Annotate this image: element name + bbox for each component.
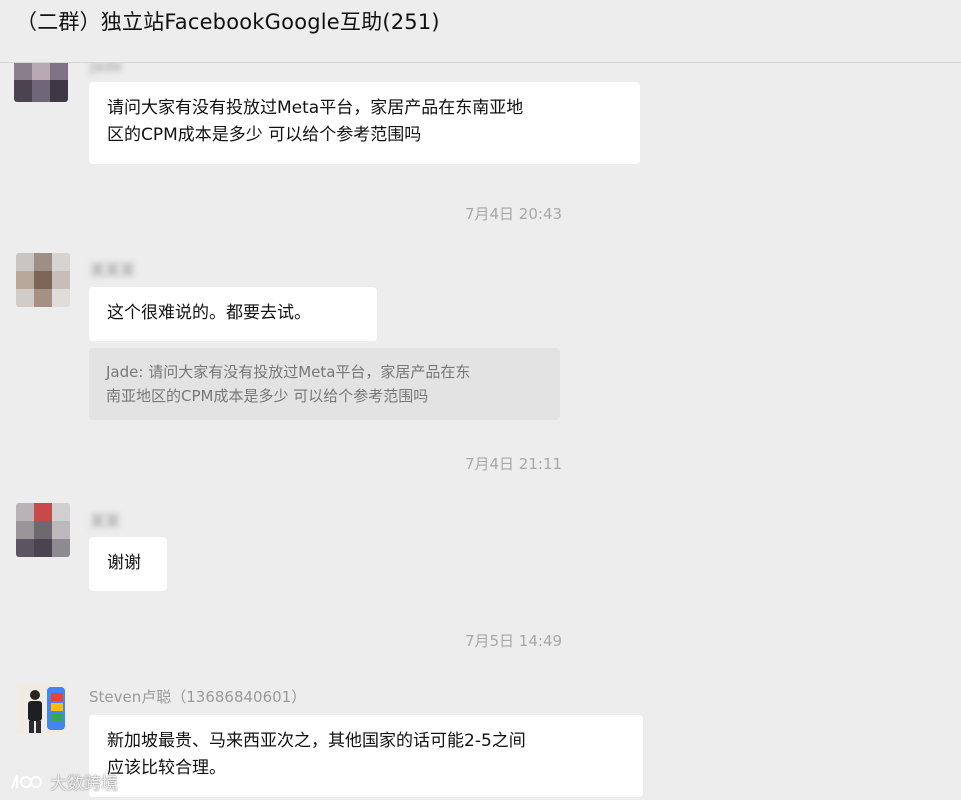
chat-title: （二群）独立站FacebookGoogle互助(251) <box>16 10 440 34</box>
avatar-photo <box>17 683 68 734</box>
avatar[interactable] <box>17 683 68 734</box>
message-text: 谢谢 <box>107 553 141 573</box>
avatar[interactable] <box>16 253 70 307</box>
sender-name: Jade <box>90 63 123 75</box>
chat-message-list[interactable]: Jade 请问大家有没有投放过Meta平台，家居产品在东南亚地 区的CPM成本是… <box>0 63 961 800</box>
message-text-line: 新加坡最贵、马来西亚次之，其他国家的话可能2-5之间 <box>107 731 526 751</box>
sender-name: 某某某 <box>90 261 136 279</box>
message-text-line: 请问大家有没有投放过Meta平台，家居产品在东南亚地 <box>107 98 524 118</box>
quoted-message[interactable]: Jade: 请问大家有没有投放过Meta平台，家居产品在东 南亚地区的CPM成本… <box>89 348 560 420</box>
timestamp: 7月4日 21:11 <box>464 455 563 473</box>
message-bubble[interactable]: 这个很难说的。都要去试。 <box>89 287 377 341</box>
sender-name: 某某 <box>90 512 121 530</box>
message-text-line: 区的CPM成本是多少 可以给个参考范围吗 <box>107 125 422 145</box>
message-bubble[interactable]: 谢谢 <box>89 537 167 591</box>
sender-name: Steven卢聪（13686840601） <box>89 688 307 706</box>
message-text: 这个很难说的。都要去试。 <box>107 303 311 323</box>
chat-header: （二群）独立站FacebookGoogle互助(251) <box>0 0 961 63</box>
avatar[interactable] <box>14 63 68 102</box>
message-bubble[interactable]: 新加坡最贵、马来西亚次之，其他国家的话可能2-5之间 应该比较合理。 <box>89 715 643 797</box>
timestamp: 7月4日 20:43 <box>464 205 563 223</box>
avatar[interactable] <box>16 503 70 557</box>
timestamp: 7月5日 14:49 <box>464 632 563 650</box>
quote-text-line: 南亚地区的CPM成本是多少 可以给个参考范围吗 <box>106 387 429 405</box>
message-text-line: 应该比较合理。 <box>107 758 226 778</box>
watermark: 大数跨境 <box>8 769 118 794</box>
watermark-text: 大数跨境 <box>50 774 118 794</box>
watermark-logo-icon <box>11 774 42 788</box>
message-bubble[interactable]: 请问大家有没有投放过Meta平台，家居产品在东南亚地 区的CPM成本是多少 可以… <box>89 82 640 164</box>
quote-text-line: Jade: 请问大家有没有投放过Meta平台，家居产品在东 <box>106 363 471 381</box>
